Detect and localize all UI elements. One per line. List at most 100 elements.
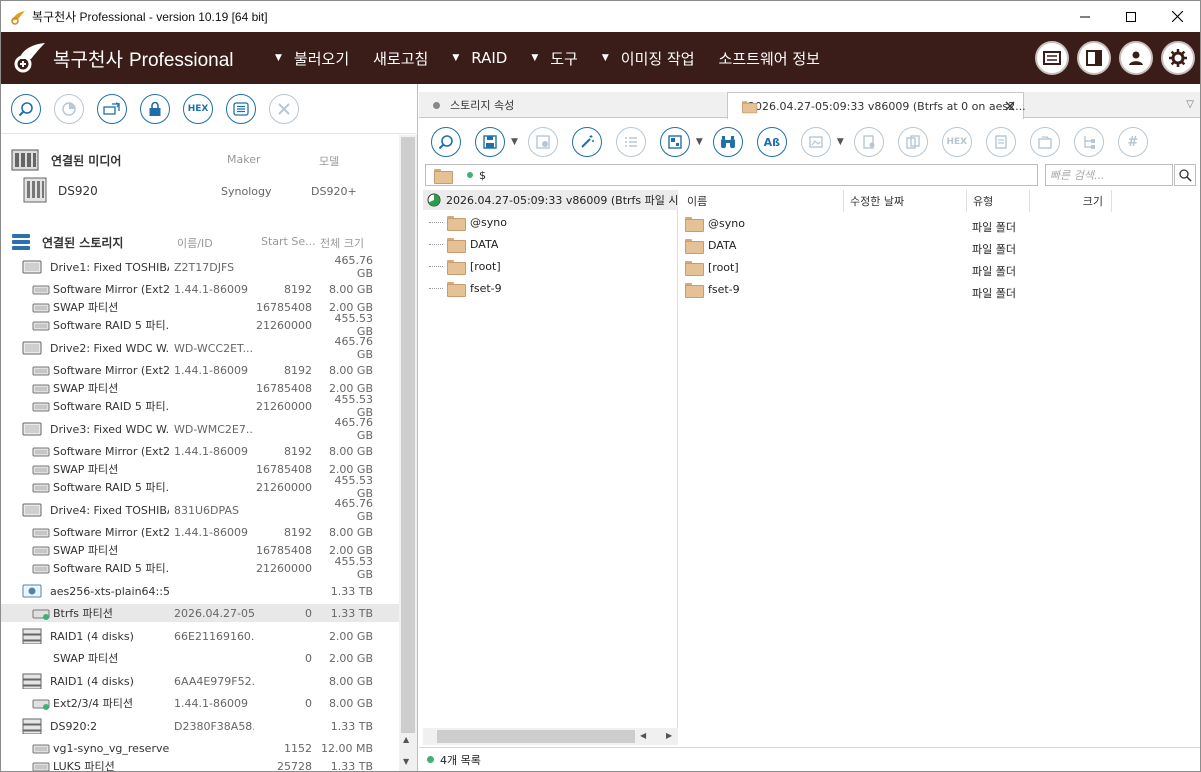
list-view-button[interactable] [226,93,256,124]
open-image-button[interactable] [97,93,127,124]
storage-row[interactable]: SWAP 파티션 0 2.00 GB [1,649,399,667]
close-tab-icon[interactable] [1005,101,1015,111]
storage-row[interactable]: Software Mirror (Ext2... 1.44.1-86009 8192… [1,523,399,541]
tree-item[interactable]: @syno [423,212,507,232]
preview-button[interactable] [800,127,831,157]
menu-item-3[interactable]: ▼ 도구 [531,48,578,69]
storage-row[interactable]: RAID1 (4 disks) 66E21169160... 2.00 GB [1,627,399,645]
storage-row[interactable]: Btrfs 파티션 2026.04.27-05... 0 1.33 TB [1,604,399,622]
hex-view-button[interactable]: HEX [183,93,213,124]
copy-button[interactable] [897,127,928,157]
storage-row[interactable]: Software RAID 5 파티... 21260000 455.53 GB [1,555,399,581]
storage-row[interactable]: Drive4: Fixed TOSHIBA... 831U6DPAS 465.76 … [1,497,399,523]
panel-toggle-button[interactable] [1077,41,1111,75]
col-header-type[interactable]: 유형 [967,190,1030,212]
print-button[interactable] [985,127,1016,157]
storage-row[interactable]: DS920:2 D2380F38A58... 1.33 TB [1,717,399,735]
storage-row[interactable]: LUKS 파티션 25728 1.33 TB [1,757,399,771]
file-row[interactable]: [root] 파일 폴더 [681,258,1200,280]
checklist-button[interactable] [615,127,646,157]
scroll-down-arrow-icon[interactable]: ▼ [403,757,409,766]
storage-size: 1.33 TB [330,584,373,598]
file-row[interactable]: fset-9 파일 폴더 [681,280,1200,302]
storage-row[interactable]: Ext2/3/4 파티션 1.44.1-86009 0 8.00 GB [1,694,399,712]
hash-button[interactable]: # [1117,127,1148,157]
storage-row[interactable]: Drive3: Fixed WDC W... WD-WMC2E7... 465.76… [1,416,399,442]
storage-row[interactable]: Drive2: Fixed WDC W... WD-WCC2ET... 465.76… [1,335,399,361]
scrollbar-thumb[interactable] [401,137,415,733]
menu-item-1[interactable]: 새로고침 [373,48,428,69]
storage-name: Drive2: Fixed WDC W... [50,341,169,355]
view-mode-button[interactable] [659,127,690,157]
file-row[interactable]: @syno 파일 폴더 [681,214,1200,236]
media-section-title: 연결된 미디어 [51,153,122,168]
move-button[interactable] [1029,127,1060,157]
storage-row[interactable]: Drive1: Fixed TOSHIBA... Z2T17DJFS 465.76 … [1,254,399,280]
hscroll-thumb[interactable] [437,730,635,743]
storage-row[interactable]: Software Mirror (Ext2... 1.44.1-86009 8192… [1,361,399,379]
encryption-button[interactable] [140,93,170,124]
tree-root[interactable]: 2026.04.27-05:09:33 v86009 (Btrfs 파일 시스템… [423,190,678,210]
file-row[interactable]: DATA 파일 폴더 [681,236,1200,258]
tab-overflow-icon[interactable]: ▽ [1186,99,1194,110]
hex-editor-button[interactable]: HEX [941,127,972,157]
magic-button[interactable] [571,127,602,157]
storage-id: 66E21169160... [174,629,254,643]
tree-item[interactable]: fset-9 [423,278,502,298]
storage-name: Software RAID 5 파티... [53,319,169,332]
col-header-name[interactable]: 이름 [681,190,844,212]
tree-hscrollbar[interactable]: ◀ ▶ [423,728,678,745]
scroll-right-arrow-icon[interactable]: ▶ [666,731,672,740]
menu-item-0[interactable]: ▼ 불러오기 [275,48,349,69]
scroll-left-arrow-icon[interactable]: ◀ [640,731,646,740]
storage-row[interactable]: Software RAID 5 파티... 21260000 455.53 GB [1,474,399,500]
text-search-button[interactable]: Aß [756,127,787,157]
storage-size: 8.00 GB [328,282,373,296]
storage-row[interactable]: Software Mirror (Ext2... 1.44.1-86009 8192… [1,280,399,298]
maximize-button[interactable] [1108,1,1154,32]
folder-icon [685,283,704,298]
save-dropdown-icon[interactable]: ▼ [511,137,518,147]
storage-row[interactable]: Software Mirror (Ext2... 1.44.1-86009 8192… [1,442,399,460]
tree-item-label: @syno [470,215,507,229]
tab-storage-properties[interactable]: 스토리지 속성 [419,92,724,118]
menu-item-4[interactable]: ▼ 이미징 작업 [602,48,695,69]
scroll-up-arrow-icon[interactable]: ▲ [403,735,409,744]
view-dropdown-icon[interactable]: ▼ [696,137,703,147]
tree-button[interactable] [1073,127,1104,157]
binoculars-button[interactable] [712,127,743,157]
menu-item-5[interactable]: 소프트웨어 정보 [719,48,820,69]
minimize-button[interactable] [1062,1,1108,32]
remove-button[interactable] [269,93,299,124]
tree-item[interactable]: [root] [423,256,501,276]
settings-button[interactable] [1161,41,1195,75]
storage-row[interactable]: vg1-syno_vg_reserve... 1152 12.00 MB [1,739,399,757]
col-header-modified[interactable]: 수정한 날짜 [844,190,967,212]
device-row[interactable]: DS920 Synology DS920+ [1,177,399,203]
partition-icon [32,560,52,579]
quick-search-input[interactable]: 빠른 검색... [1045,164,1173,186]
account-button[interactable] [1119,41,1153,75]
log-button[interactable] [1035,41,1069,75]
storage-scrollbar[interactable]: ▲ ▼ [399,135,417,771]
scan-button[interactable] [54,93,84,124]
export-button[interactable] [527,127,558,157]
quick-search-button[interactable] [1174,164,1196,186]
storage-start-sector: 16785408 [256,543,312,557]
close-window-button[interactable] [1154,1,1200,32]
tree-item[interactable]: DATA [423,234,498,254]
save-button[interactable] [475,127,505,157]
storage-row[interactable]: Software RAID 5 파티... 21260000 455.53 GB [1,312,399,338]
col-header-size[interactable]: 크기 [1030,190,1112,212]
menu-item-2[interactable]: ▼ RAID [452,49,507,67]
find-button[interactable] [431,127,461,157]
storage-row[interactable]: RAID1 (4 disks) 6AA4E979F52... 8.00 GB [1,672,399,690]
file-settings-button[interactable] [853,127,884,157]
search-storage-button[interactable] [11,93,41,124]
tab-btrfs-browser[interactable]: 2026.04.27-05:09:33 v86009 (Btrfs at 0 o… [727,92,1026,119]
storage-row[interactable]: aes256-xts-plain64::58... 1.33 TB [1,582,399,600]
storage-row[interactable]: Software RAID 5 파티... 21260000 455.53 GB [1,393,399,419]
path-bar[interactable]: $ [425,164,1038,186]
preview-dropdown-icon[interactable]: ▼ [837,137,844,147]
file-type: 파일 폴더 [972,287,1016,300]
